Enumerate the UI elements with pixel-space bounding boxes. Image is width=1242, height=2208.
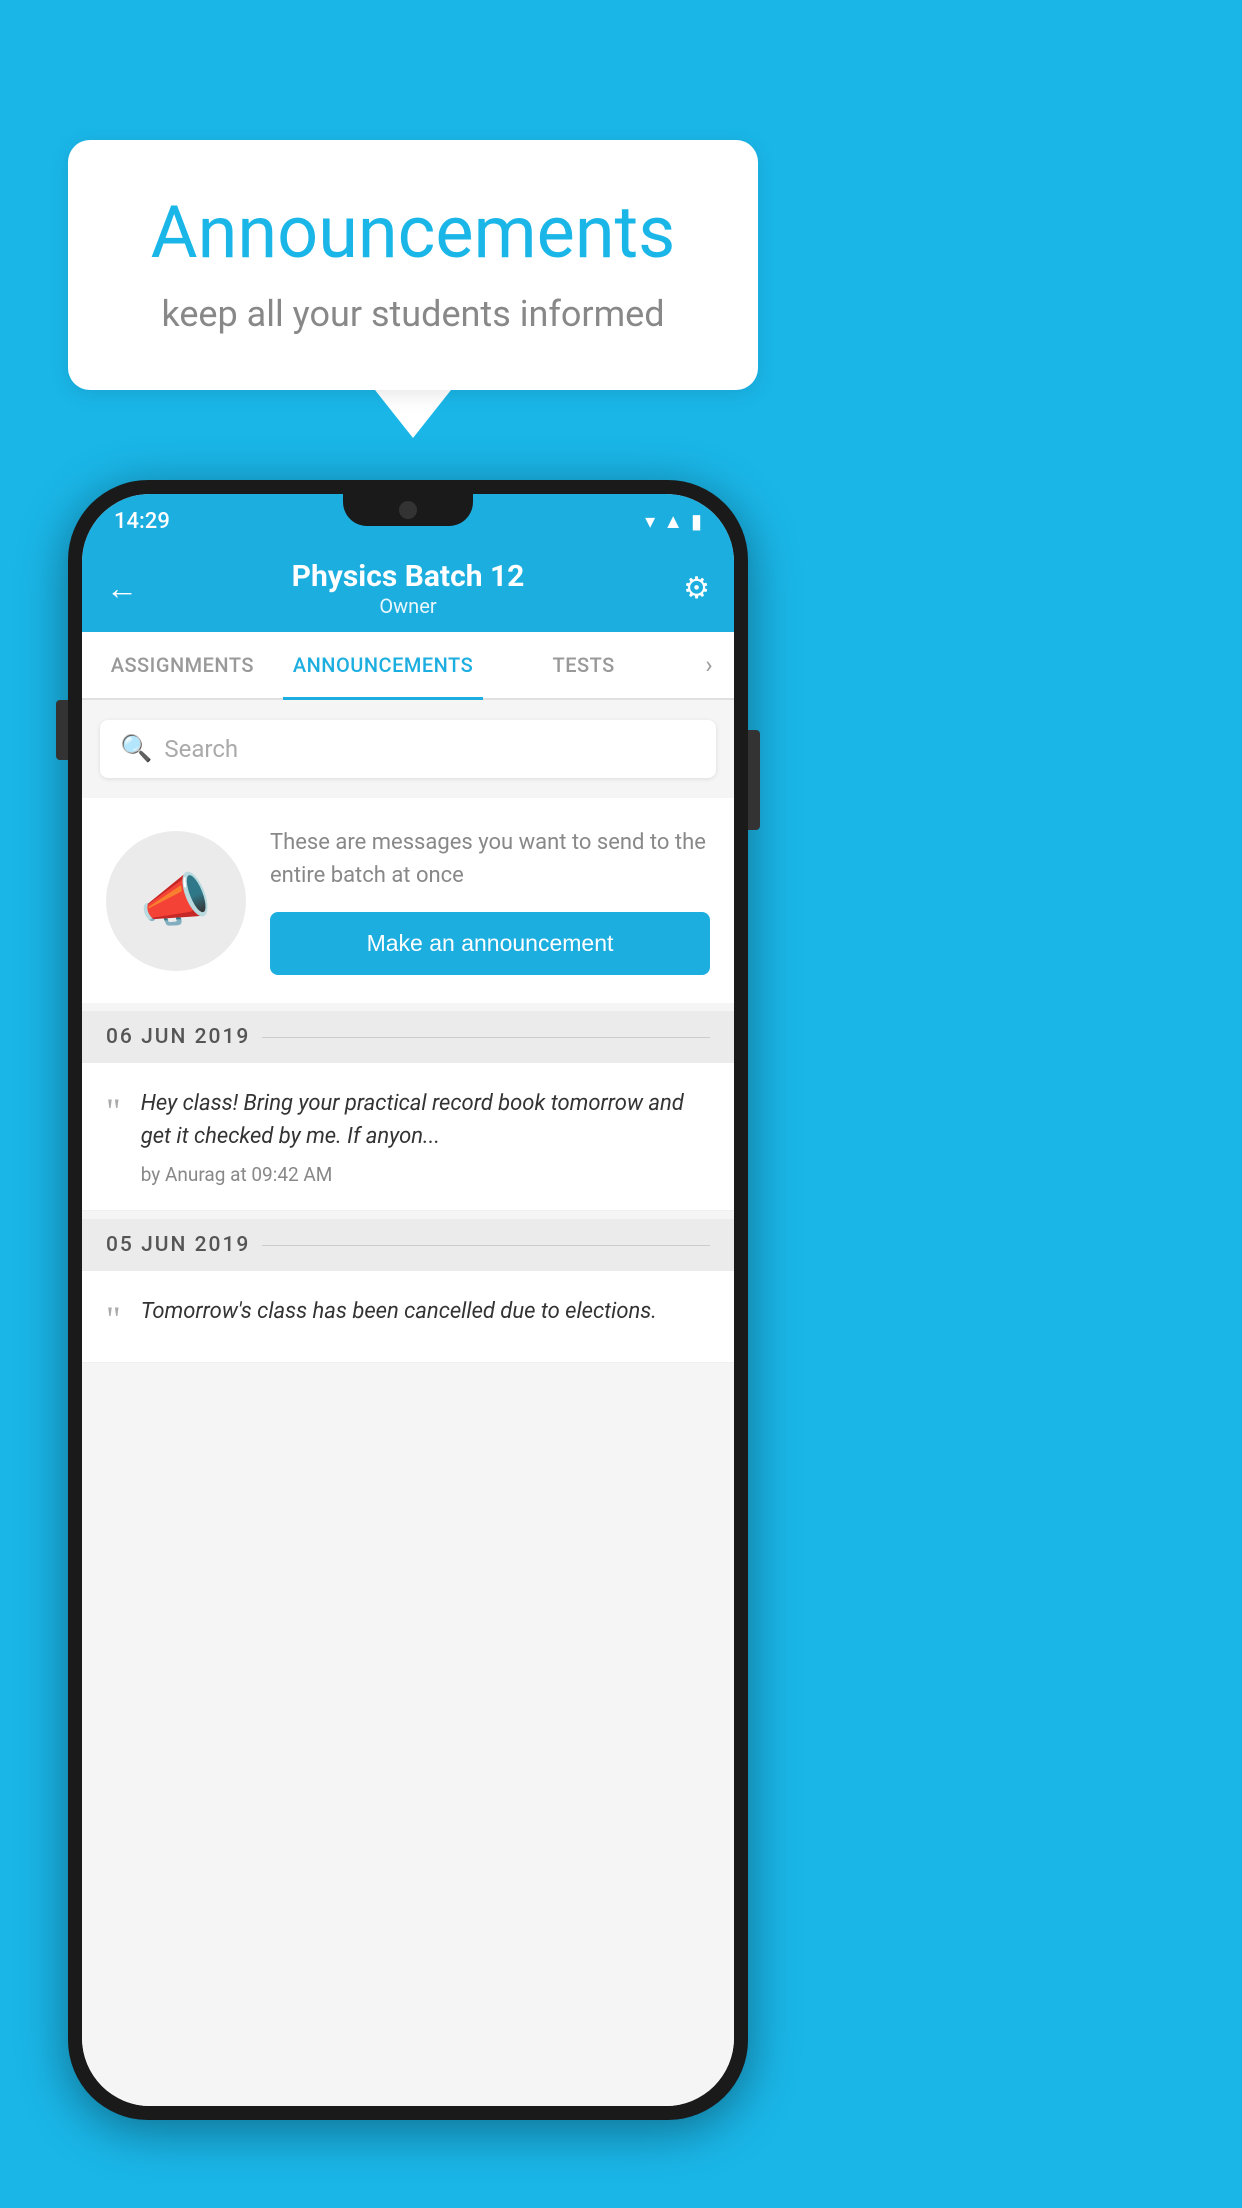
announcement-text-1: Hey class! Bring your practical record b…: [141, 1087, 710, 1153]
app-bar-title: Physics Batch 12: [156, 559, 660, 594]
speech-bubble-subtitle: keep all your students informed: [123, 293, 703, 335]
date-label-2: 05 JUN 2019: [106, 1233, 250, 1257]
announcement-body-1: Hey class! Bring your practical record b…: [141, 1087, 710, 1186]
screen-content: 🔍 Search 📣 These are messages you want t…: [82, 700, 734, 2106]
speech-bubble-section: Announcements keep all your students inf…: [68, 140, 758, 438]
tab-more-button[interactable]: ›: [684, 632, 734, 698]
phone-outer: 14:29 ▾ ▲ ▮ ← Physics Batch 12 Owner ⚙: [68, 480, 748, 2120]
date-label-1: 06 JUN 2019: [106, 1025, 250, 1049]
search-icon: 🔍: [120, 734, 152, 764]
status-time: 14:29: [114, 509, 170, 534]
date-separator-2: 05 JUN 2019: [82, 1219, 734, 1271]
date-line-2: [262, 1245, 710, 1246]
status-icons: ▾ ▲ ▮: [645, 509, 702, 534]
announcement-item-1[interactable]: " Hey class! Bring your practical record…: [82, 1063, 734, 1211]
tab-assignments[interactable]: ASSIGNMENTS: [82, 632, 283, 698]
announcement-text-2: Tomorrow's class has been cancelled due …: [141, 1295, 710, 1328]
tab-tests[interactable]: TESTS: [483, 632, 684, 698]
phone-notch: [343, 494, 473, 526]
empty-state-text: These are messages you want to send to t…: [270, 826, 710, 975]
date-line-1: [262, 1037, 710, 1038]
announcement-body-2: Tomorrow's class has been cancelled due …: [141, 1295, 710, 1338]
tabs-bar: ASSIGNMENTS ANNOUNCEMENTS TESTS ›: [82, 632, 734, 700]
tab-announcements[interactable]: ANNOUNCEMENTS: [283, 632, 484, 698]
megaphone-icon: 📣: [140, 867, 212, 935]
back-button[interactable]: ←: [106, 569, 156, 607]
speech-bubble-card: Announcements keep all your students inf…: [68, 140, 758, 390]
app-bar-subtitle: Owner: [156, 594, 660, 618]
search-placeholder: Search: [164, 735, 238, 763]
date-separator-1: 06 JUN 2019: [82, 1011, 734, 1063]
empty-state-section: 📣 These are messages you want to send to…: [82, 798, 734, 1003]
battery-icon: ▮: [691, 509, 702, 533]
app-bar-center: Physics Batch 12 Owner: [156, 559, 660, 618]
speech-bubble-title: Announcements: [123, 190, 703, 275]
signal-icon: ▲: [663, 509, 683, 534]
announcement-item-2[interactable]: " Tomorrow's class has been cancelled du…: [82, 1271, 734, 1363]
empty-state-description: These are messages you want to send to t…: [270, 826, 710, 892]
settings-button[interactable]: ⚙: [660, 571, 710, 606]
megaphone-circle: 📣: [106, 831, 246, 971]
front-camera: [399, 501, 417, 519]
make-announcement-button[interactable]: Make an announcement: [270, 912, 710, 975]
speech-bubble-arrow: [375, 390, 451, 438]
phone-screen: 14:29 ▾ ▲ ▮ ← Physics Batch 12 Owner ⚙: [82, 494, 734, 2106]
announcement-meta-1: by Anurag at 09:42 AM: [141, 1163, 710, 1186]
phone-device: 14:29 ▾ ▲ ▮ ← Physics Batch 12 Owner ⚙: [68, 480, 748, 2120]
search-bar[interactable]: 🔍 Search: [100, 720, 716, 778]
wifi-icon: ▾: [645, 509, 655, 533]
app-bar: ← Physics Batch 12 Owner ⚙: [82, 544, 734, 632]
quote-icon-1: ": [106, 1093, 121, 1129]
quote-icon-2: ": [106, 1301, 121, 1337]
